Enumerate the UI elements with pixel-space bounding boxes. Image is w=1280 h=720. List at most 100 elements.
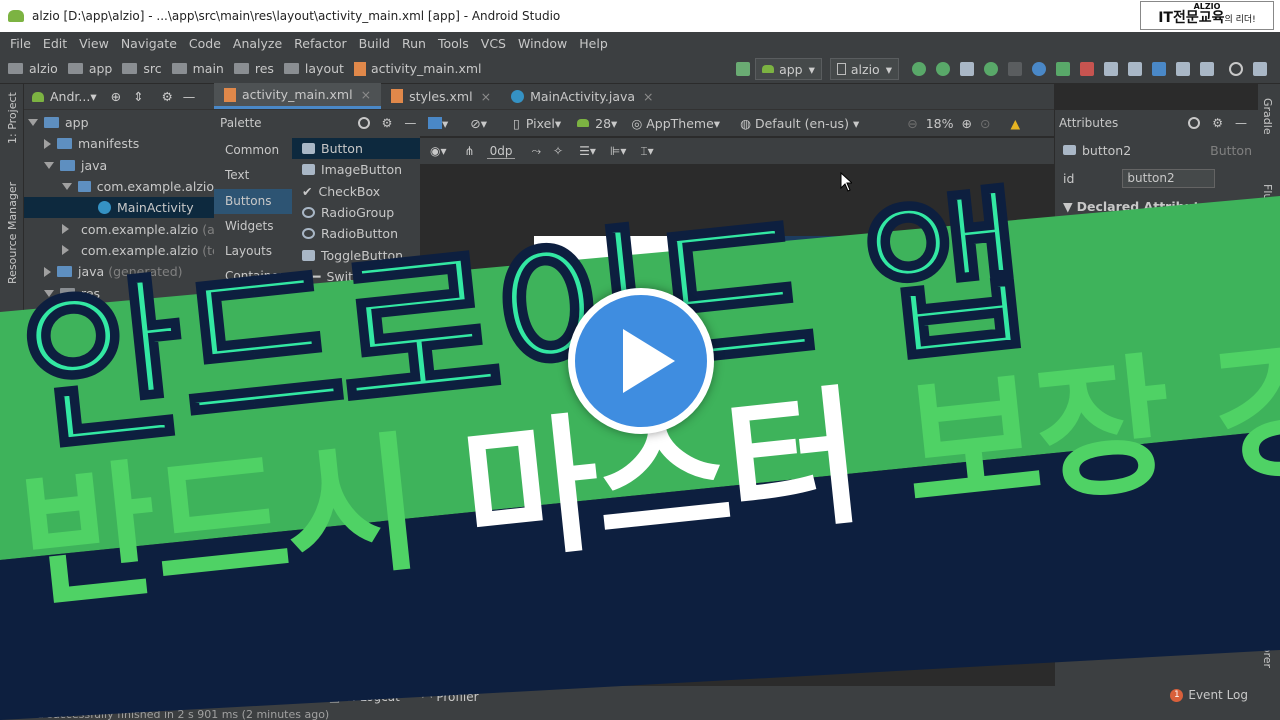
menu-edit[interactable]: Edit — [37, 36, 73, 51]
attach-debugger-icon[interactable] — [1056, 62, 1070, 76]
tab-styles[interactable]: styles.xml × — [381, 83, 501, 109]
tool-window-project[interactable]: 1: Project — [6, 92, 19, 144]
play-button[interactable] — [568, 288, 714, 434]
device-file-icon[interactable] — [1200, 62, 1214, 76]
search-icon[interactable] — [357, 117, 370, 129]
default-margin[interactable]: 0dp — [486, 144, 516, 159]
menu-help[interactable]: Help — [573, 36, 614, 51]
tree-item[interactable]: com.example.alzio (a — [24, 218, 215, 239]
tab-mainactivity-java[interactable]: MainActivity.java × — [501, 83, 663, 109]
menu-code[interactable]: Code — [183, 36, 227, 51]
gear-icon[interactable]: ⚙ — [162, 89, 173, 104]
apply-changes-icon[interactable] — [912, 62, 926, 76]
project-view-select[interactable]: Andr... — [50, 89, 90, 104]
theme-select[interactable]: AppTheme — [646, 116, 714, 131]
layers-icon[interactable] — [428, 117, 442, 129]
tool-window-device-file-explorer[interactable]: ce File Explorer — [1261, 584, 1274, 668]
tool-window-profiler[interactable]: Profiler — [436, 690, 478, 704]
minimize-icon[interactable]: — — [404, 116, 416, 130]
device-select[interactable]: alzio ▾ — [829, 58, 899, 80]
tool-window-flutter[interactable]: Flu — [1261, 184, 1274, 200]
sdk-manager-icon[interactable] — [1152, 62, 1166, 76]
menu-run[interactable]: Run — [396, 36, 432, 51]
collapse-icon[interactable]: ⇕ — [133, 89, 143, 104]
grid-icon[interactable] — [1253, 62, 1267, 76]
tool-window-resource-manager[interactable]: Resource Manager — [6, 182, 19, 284]
clear-constraints-icon[interactable]: ⤳ — [531, 144, 541, 159]
breadcrumb-res[interactable]: res — [233, 61, 274, 76]
tab-activity-main[interactable]: activity_main.xml × — [214, 83, 382, 109]
add-attribute-icon[interactable]: + — [1140, 608, 1155, 623]
palette-category-common[interactable]: Common — [214, 138, 292, 163]
menu-view[interactable]: View — [73, 36, 115, 51]
palette-category-buttons[interactable]: Buttons — [214, 188, 292, 214]
tree-item-mainactivity[interactable]: MainActivity — [24, 197, 214, 219]
menu-window[interactable]: Window — [512, 36, 573, 51]
coverage-icon[interactable] — [1008, 62, 1022, 76]
breadcrumb-src[interactable]: src — [122, 61, 162, 76]
palette-category-widgets[interactable]: Widgets — [214, 214, 292, 239]
breadcrumb-layout[interactable]: layout — [283, 61, 344, 76]
orientation-icon[interactable]: ⊘▾ — [470, 116, 487, 131]
zoom-in-icon[interactable]: ⊕ — [962, 116, 972, 131]
debug-icon[interactable] — [984, 62, 998, 76]
eye-icon[interactable]: ◉▾ — [430, 144, 447, 158]
tree-item[interactable]: java — [24, 155, 214, 176]
tool-window-gradle[interactable]: Gradle — [1261, 98, 1274, 135]
declared-attributes-section[interactable]: ▼ Declared Attributes + — [1055, 192, 1258, 220]
id-input[interactable]: button2 — [1122, 168, 1216, 188]
avd-manager-icon[interactable] — [1128, 62, 1142, 76]
locale-select[interactable]: Default (en-us) — [755, 116, 849, 131]
hammer-icon[interactable] — [736, 62, 751, 76]
infer-constraints-icon[interactable]: ✧ — [553, 144, 563, 158]
close-icon[interactable]: × — [361, 87, 371, 102]
gear-icon[interactable]: ⚙ — [382, 116, 393, 130]
minimize-icon[interactable]: — — [1235, 116, 1247, 130]
menu-refactor[interactable]: Refactor — [288, 36, 352, 51]
stop-icon[interactable] — [1080, 62, 1094, 76]
breadcrumb-alzio[interactable]: alzio — [8, 61, 58, 76]
palette-item-imagebutton[interactable]: ImageButton — [292, 159, 420, 180]
menu-file[interactable]: File — [4, 36, 37, 51]
tree-item[interactable]: app — [24, 112, 214, 133]
close-icon[interactable]: × — [481, 89, 491, 104]
palette-item-checkbox[interactable]: ✔ CheckBox — [292, 181, 420, 202]
breadcrumb-activity-main[interactable]: activity_main.xml — [353, 61, 482, 76]
list-icon[interactable] — [960, 62, 974, 76]
breadcrumb-main[interactable]: main — [171, 61, 224, 76]
expand-arrow-icon[interactable] — [62, 183, 72, 191]
menu-analyze[interactable]: Analyze — [227, 36, 288, 51]
target-icon[interactable]: ⊕ — [111, 89, 121, 104]
zoom-out-icon[interactable]: ⊖ — [907, 116, 917, 131]
zoom-fit-icon[interactable]: ⊙ — [980, 116, 990, 131]
module-select[interactable]: app ▾ — [755, 58, 822, 80]
warning-icon[interactable]: ▲ — [1010, 116, 1020, 131]
palette-category-text[interactable]: Text — [214, 163, 292, 188]
api-select[interactable]: 28 — [595, 116, 611, 131]
expand-arrow-icon[interactable] — [44, 161, 54, 169]
add-icon[interactable]: + — [1223, 199, 1233, 214]
palette-item-radiogroup[interactable]: RadioGroup — [292, 202, 420, 223]
tool-window-build[interactable]: Build — [269, 690, 299, 704]
gear-icon[interactable]: ⚙ — [1212, 116, 1223, 130]
event-log-button[interactable]: 1 Event Log — [1170, 688, 1248, 702]
palette-item-button[interactable]: Button — [292, 138, 420, 160]
tool-window-logcat[interactable]: 6: Logcat — [344, 690, 400, 704]
tree-item[interactable]: com.example.alzio — [24, 176, 214, 197]
minimize-icon[interactable]: — — [183, 89, 196, 104]
magnet-icon[interactable]: ⋔ — [465, 144, 475, 158]
menu-vcs[interactable]: VCS — [475, 36, 512, 51]
guidelines-icon[interactable]: ⌶▾ — [640, 144, 653, 159]
menu-navigate[interactable]: Navigate — [115, 36, 183, 51]
device-select[interactable]: Pixel — [526, 116, 555, 131]
sync-icon[interactable] — [1104, 62, 1118, 76]
search-icon[interactable] — [1229, 62, 1243, 76]
breadcrumb-app[interactable]: app — [67, 61, 112, 76]
search-icon[interactable] — [1188, 117, 1201, 129]
menu-build[interactable]: Build — [353, 36, 396, 51]
expand-arrow-icon[interactable] — [28, 119, 38, 127]
menu-tools[interactable]: Tools — [432, 36, 475, 51]
pack-icon[interactable]: ☰▾ — [579, 144, 596, 158]
tree-item[interactable]: manifests — [24, 133, 214, 154]
close-icon[interactable]: × — [643, 89, 653, 104]
